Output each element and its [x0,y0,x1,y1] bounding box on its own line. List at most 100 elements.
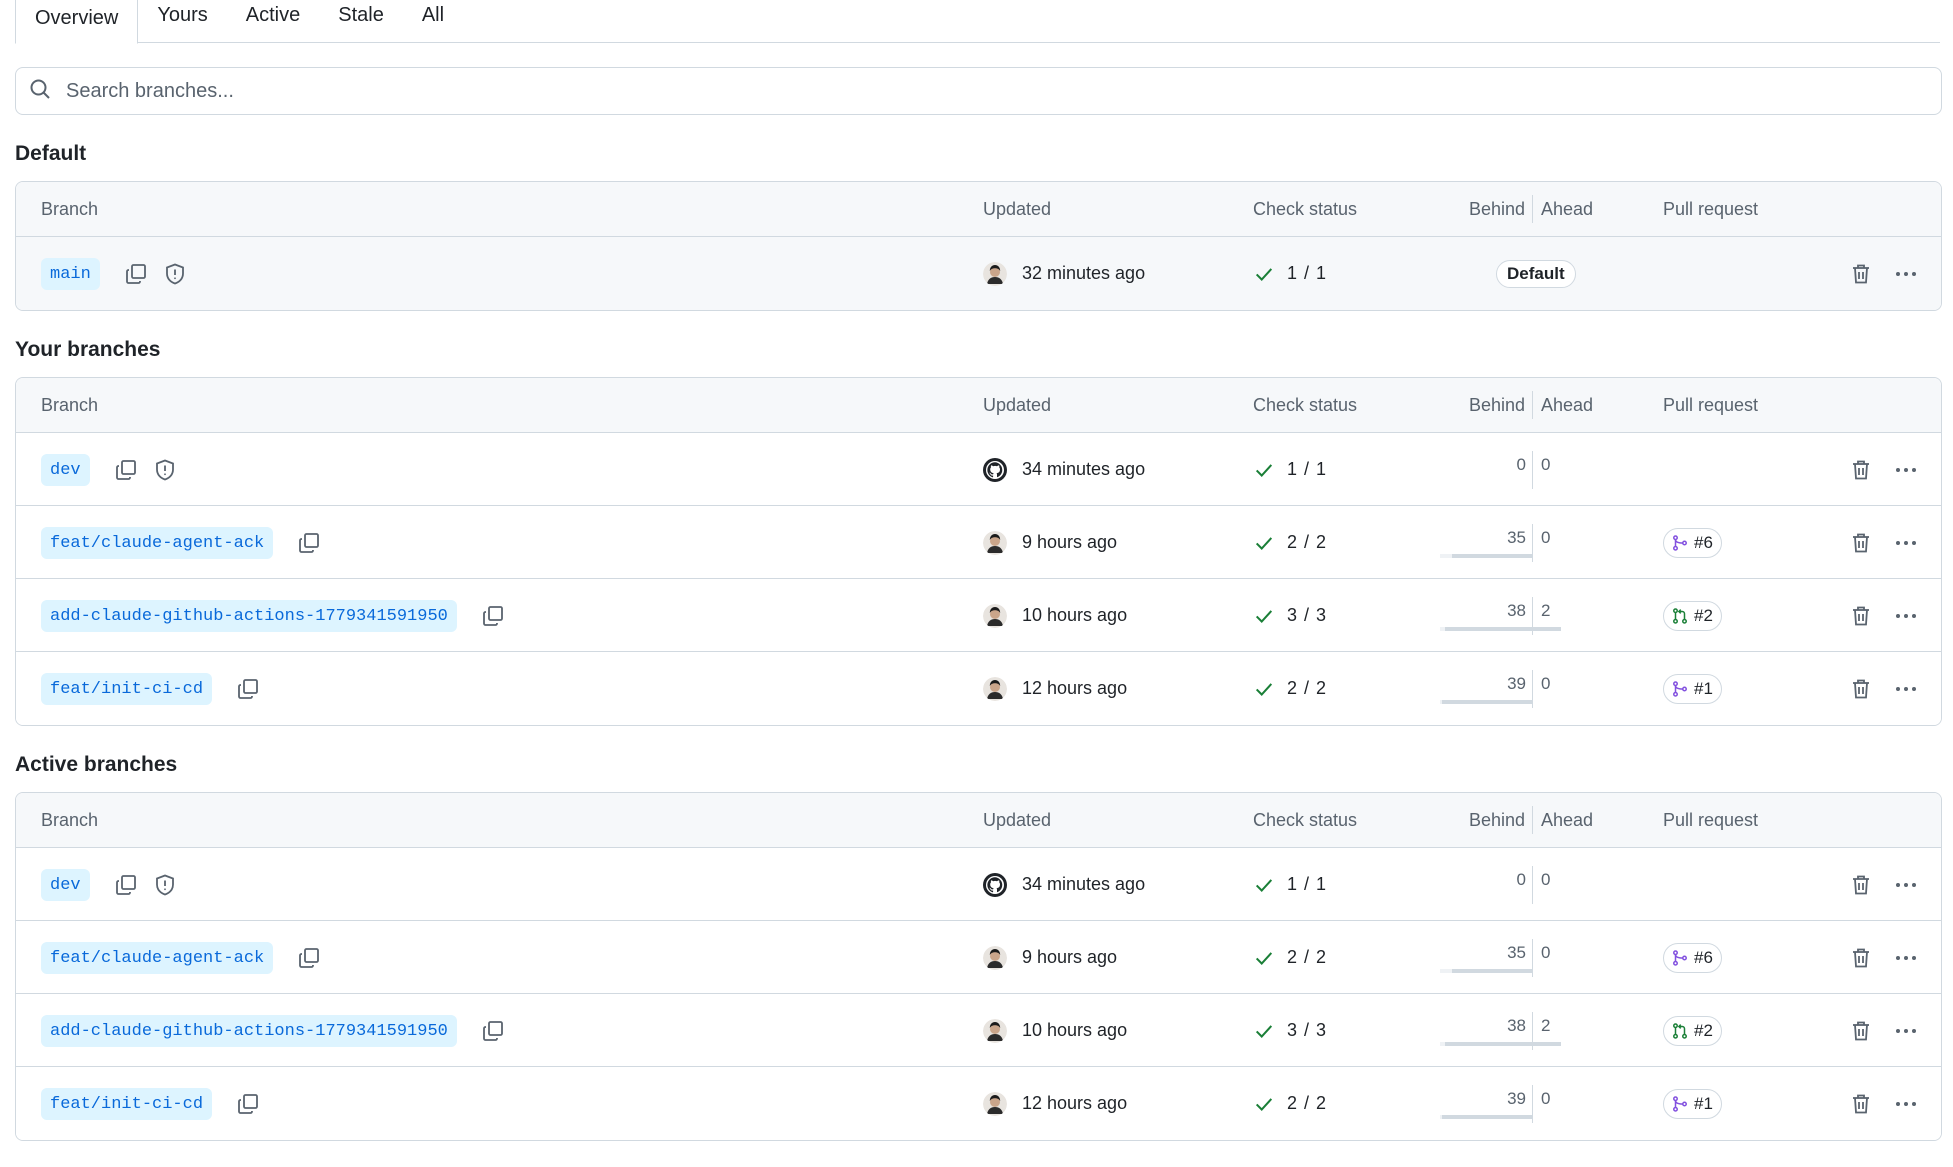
copy-icon[interactable] [122,260,150,288]
avatar[interactable] [983,677,1007,701]
copy-icon[interactable] [234,1090,262,1118]
behind-bar [1440,627,1532,631]
branches-page: Overview Yours Active Stale All Default … [0,0,1953,1167]
copy-icon[interactable] [479,602,507,630]
ahead-bar-fill [1533,1042,1561,1046]
delete-branch-button[interactable] [1848,603,1874,629]
behind-bar [1440,554,1532,558]
copy-icon[interactable] [112,456,140,484]
delete-branch-button[interactable] [1848,530,1874,556]
check-icon[interactable] [1253,874,1275,896]
branch-row: feat/init-ci-cd 12 hours ago 2 / 2 39 0 #1 [16,1067,1941,1140]
copy-icon[interactable] [479,1017,507,1045]
branch-name-link[interactable]: feat/init-ci-cd [41,1088,213,1120]
behind-bar [1440,1115,1532,1119]
branch-name-link[interactable]: feat/claude-agent-ack [41,527,274,559]
more-options-button[interactable] [1891,603,1921,629]
check-icon[interactable] [1253,605,1275,627]
delete-branch-button[interactable] [1848,945,1874,971]
avatar[interactable] [983,458,1007,482]
avatar[interactable] [983,262,1007,286]
check-status-count[interactable]: 2 / 2 [1287,947,1327,968]
pull-request-badge[interactable]: #6 [1663,528,1722,558]
copy-icon[interactable] [112,871,140,899]
check-status-count[interactable]: 2 / 2 [1287,1093,1327,1114]
branch-name-link[interactable]: add-claude-github-actions-1779341591950 [41,600,457,632]
branch-row: feat/init-ci-cd 12 hours ago 2 / 2 39 0 #1 [16,652,1941,725]
branch-name-link[interactable]: dev [41,869,90,901]
ahead-count: 0 [1541,1089,1551,1108]
trash-icon [1849,946,1873,970]
delete-branch-button[interactable] [1848,457,1874,483]
check-icon[interactable] [1253,678,1275,700]
check-icon[interactable] [1253,532,1275,554]
check-icon[interactable] [1253,263,1275,285]
branch-name-link[interactable]: feat/init-ci-cd [41,673,213,705]
more-options-button[interactable] [1891,945,1921,971]
check-status-count[interactable]: 1 / 1 [1287,263,1327,284]
check-status-count[interactable]: 3 / 3 [1287,1020,1327,1041]
more-options-button[interactable] [1891,872,1921,898]
column-header-branch: Branch [41,810,99,830]
section-title-yours: Your branches [15,338,161,361]
branch-name-link[interactable]: feat/claude-agent-ack [41,942,274,974]
delete-branch-button[interactable] [1848,676,1874,702]
check-icon[interactable] [1253,459,1275,481]
pull-request-badge[interactable]: #6 [1663,943,1722,973]
ahead-count: 0 [1541,870,1551,889]
shield-icon[interactable] [151,456,179,484]
pull-request-badge[interactable]: #1 [1663,1089,1722,1119]
copy-icon[interactable] [295,944,323,972]
branch-name-link[interactable]: dev [41,454,90,486]
pull-request-badge[interactable]: #1 [1663,674,1722,704]
pull-request-badge[interactable]: #2 [1663,601,1722,631]
behind-bar-fill [1442,700,1532,704]
copy-icon[interactable] [234,675,262,703]
tab-active[interactable]: Active [227,0,319,37]
branch-row: add-claude-github-actions-1779341591950 1… [16,994,1941,1067]
search-input[interactable] [64,78,1864,104]
check-status-count[interactable]: 1 / 1 [1287,459,1327,480]
more-options-button[interactable] [1891,457,1921,483]
avatar[interactable] [983,1092,1007,1116]
pull-request-number: #2 [1694,1021,1713,1040]
tab-stale[interactable]: Stale [319,0,403,37]
tab-all[interactable]: All [403,0,463,37]
more-options-button[interactable] [1891,530,1921,556]
tab-yours[interactable]: Yours [138,0,226,37]
check-icon[interactable] [1253,1093,1275,1115]
column-header-updated: Updated [983,199,1052,219]
more-options-button[interactable] [1891,676,1921,702]
branch-name-link[interactable]: main [41,258,100,290]
pull-request-badge[interactable]: #2 [1663,1016,1722,1046]
check-status-count[interactable]: 1 / 1 [1287,874,1327,895]
shield-icon[interactable] [151,871,179,899]
check-icon[interactable] [1253,947,1275,969]
copy-icon[interactable] [295,529,323,557]
pull-request-number: #1 [1694,1094,1713,1113]
branch-name-link[interactable]: add-claude-github-actions-1779341591950 [41,1015,457,1047]
delete-branch-button[interactable] [1848,261,1874,287]
column-header-check-status: Check status [1253,810,1358,830]
avatar[interactable] [983,531,1007,555]
avatar[interactable] [983,946,1007,970]
behind-ahead-divider [1532,939,1533,977]
check-status-count[interactable]: 2 / 2 [1287,532,1327,553]
git-merge-icon [1671,1095,1694,1113]
git-merge-icon [1671,949,1694,967]
delete-branch-button[interactable] [1848,872,1874,898]
tab-overview[interactable]: Overview [15,0,139,44]
avatar[interactable] [983,604,1007,628]
delete-branch-button[interactable] [1848,1091,1874,1117]
more-options-button[interactable] [1891,1018,1921,1044]
shield-icon[interactable] [161,260,189,288]
more-options-button[interactable] [1891,1091,1921,1117]
check-status-count[interactable]: 3 / 3 [1287,605,1327,626]
delete-branch-button[interactable] [1848,1018,1874,1044]
more-options-button[interactable] [1891,261,1921,287]
avatar[interactable] [983,1019,1007,1043]
check-status-count[interactable]: 2 / 2 [1287,678,1327,699]
avatar[interactable] [983,873,1007,897]
check-icon[interactable] [1253,1020,1275,1042]
search-box[interactable] [15,67,1942,115]
